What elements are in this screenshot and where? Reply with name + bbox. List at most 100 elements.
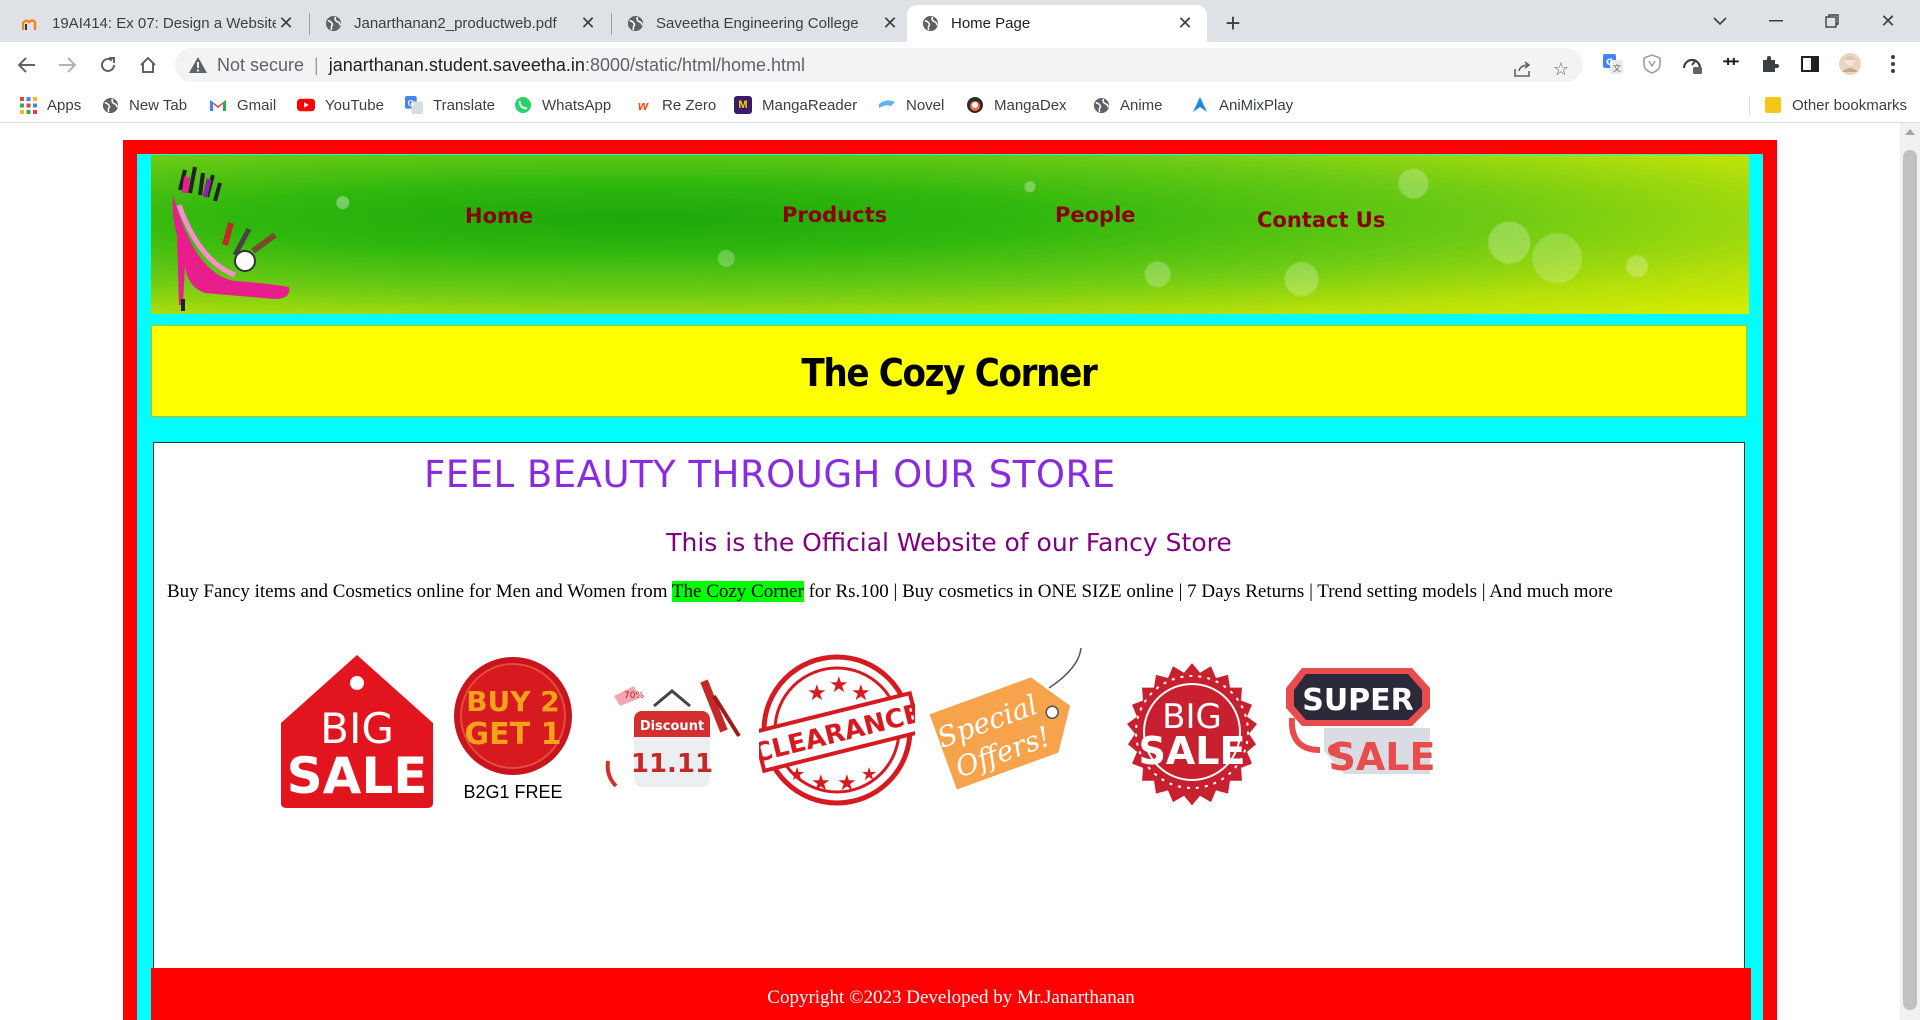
- share-icon[interactable]: [1509, 55, 1537, 83]
- store-name: The Cozy Corner: [801, 351, 1097, 395]
- page-viewport: Home Products People Contact Us The Cozy…: [0, 123, 1920, 1020]
- blurb-text: Buy Fancy items and Cosmetics online for…: [167, 581, 672, 602]
- bookmark-gmail[interactable]: Gmail: [209, 94, 276, 116]
- warning-icon[interactable]: [187, 54, 209, 76]
- bookmark-label: New Tab: [129, 96, 188, 114]
- bookmark-label: YouTube: [325, 96, 384, 114]
- cosmetics-shoe-logo: [172, 166, 290, 311]
- tab-title: 19AI414: Ex 07: Design a Website: [52, 15, 276, 32]
- translate-icon: G: [405, 96, 423, 114]
- globe-icon: [324, 15, 342, 33]
- nav-home[interactable]: Home: [465, 204, 533, 228]
- url-path: :8000/static/html/home.html: [584, 54, 806, 75]
- nav-people[interactable]: People: [1055, 203, 1136, 227]
- bookmark-youtube[interactable]: YouTube: [297, 94, 384, 116]
- eleven-eleven-text: 11.11: [631, 749, 713, 779]
- bookmark-novel[interactable]: Novel: [878, 94, 944, 116]
- store-title-box: The Cozy Corner: [151, 325, 1747, 417]
- tab-search-chevron-icon[interactable]: [1692, 0, 1748, 42]
- url-host: janarthanan.student.saveetha.in: [328, 54, 585, 75]
- scroll-up-icon[interactable]: [1905, 129, 1915, 135]
- bookmark-mangadex[interactable]: MangaDex: [966, 94, 1067, 116]
- close-window-icon[interactable]: ✕: [1860, 0, 1916, 42]
- bookmark-re-zero[interactable]: w Re Zero: [634, 94, 716, 116]
- tab-moodle[interactable]: 19AI414: Ex 07: Design a Website ✕: [8, 5, 308, 42]
- headline: FEEL BEAUTY THROUGH OUR STORE: [424, 453, 1116, 496]
- get1-text: GET 1: [465, 717, 562, 752]
- bookmark-label: Novel: [906, 96, 945, 114]
- bookmark-label: Re Zero: [662, 96, 717, 114]
- new-tab-button[interactable]: +: [1217, 7, 1249, 39]
- svg-text:★: ★: [861, 764, 877, 784]
- moodle-icon: [22, 15, 40, 33]
- sale-text: SALE: [1329, 735, 1434, 779]
- blurb-highlight: The Cozy Corner: [671, 581, 804, 602]
- big-sale-tag-badge: BIG SALE: [281, 655, 433, 808]
- bookmark-anime[interactable]: Anime: [1092, 94, 1163, 116]
- close-icon[interactable]: ✕: [880, 13, 900, 34]
- back-icon[interactable]: [11, 49, 43, 81]
- bookmark-mangareader[interactable]: M MangaReader: [734, 94, 857, 116]
- forward-icon[interactable]: [51, 49, 83, 81]
- close-icon[interactable]: ✕: [578, 13, 598, 34]
- bookmark-label: Gmail: [237, 96, 277, 114]
- side-panel-icon[interactable]: [1797, 51, 1823, 77]
- address-bar[interactable]: Not secure | janarthanan.student.saveeth…: [175, 48, 1583, 82]
- browser-toolbar: Not secure | janarthanan.student.saveeth…: [0, 42, 1920, 88]
- tab-pdf[interactable]: Janarthanan2_productweb.pdf ✕: [310, 5, 610, 42]
- bookmark-label: Anime: [1120, 96, 1163, 114]
- google-translate-icon[interactable]: G文: [1600, 51, 1626, 77]
- folder-icon: [1764, 96, 1782, 114]
- reload-icon[interactable]: [92, 49, 124, 81]
- address-divider: |: [314, 54, 319, 75]
- subheadline: This is the Official Website of our Fanc…: [666, 528, 1232, 557]
- close-icon[interactable]: ✕: [276, 13, 296, 34]
- super-text: SUPER: [1302, 683, 1414, 718]
- nav-contact-us[interactable]: Contact Us: [1257, 208, 1385, 232]
- nav-products[interactable]: Products: [782, 203, 887, 227]
- extensions-puzzle-icon[interactable]: [1757, 51, 1783, 77]
- big-sale-seal-badge: BIG SALE: [1127, 663, 1257, 806]
- bookmark-whatsapp[interactable]: WhatsApp: [514, 94, 611, 116]
- bookmark-star-icon[interactable]: ☆: [1547, 55, 1575, 83]
- svg-text:★: ★: [837, 770, 857, 795]
- bookmark-label: Translate: [433, 96, 495, 114]
- sale-text: SALE: [287, 747, 428, 805]
- bookmarks-bar: Apps New Tab Gmail YouTube G Translate W…: [0, 88, 1920, 123]
- animixplay-icon: [1191, 96, 1209, 114]
- clearance-stamp-badge: ★ ★ ★ ★ ★ ★ ★ CLEARANCE: [759, 654, 915, 806]
- header-banner: Home Products People Contact Us: [151, 155, 1749, 314]
- bookmark-new-tab[interactable]: New Tab: [101, 94, 187, 116]
- tab-home-page[interactable]: Home Page ✕: [907, 5, 1207, 42]
- profile-avatar[interactable]: [1837, 51, 1863, 77]
- bookmark-translate[interactable]: G Translate: [405, 94, 495, 116]
- sale-text: SALE: [1139, 729, 1246, 773]
- bookmark-label: MangaReader: [762, 96, 858, 114]
- restore-icon[interactable]: [1804, 0, 1860, 42]
- site-footer: Copyright ©2023 Developed by Mr.Janartha…: [151, 968, 1751, 1020]
- globe-icon: [1092, 96, 1110, 114]
- tab-saveetha[interactable]: Saveetha Engineering College ✕: [612, 5, 912, 42]
- vertical-scrollbar[interactable]: [1900, 123, 1920, 1020]
- not-secure-label: Not secure: [217, 54, 305, 75]
- home-icon[interactable]: [132, 49, 164, 81]
- copyright-text: Copyright ©2023 Developed by Mr.Janartha…: [767, 987, 1135, 1008]
- bookmark-animixplay[interactable]: AniMixPlay: [1191, 94, 1293, 116]
- svg-text:★: ★: [789, 764, 805, 784]
- bookmark-apps[interactable]: Apps: [19, 94, 81, 116]
- close-icon[interactable]: ✕: [1175, 13, 1195, 34]
- gmail-icon: [209, 96, 227, 114]
- b2g1-free-text: B2G1 FREE: [463, 782, 562, 802]
- menu-kebab-icon[interactable]: [1880, 51, 1906, 77]
- other-bookmarks[interactable]: Other bookmarks: [1764, 94, 1907, 116]
- seventy-percent-text: 70%: [624, 691, 644, 701]
- tab-title: Janarthanan2_productweb.pdf: [354, 15, 557, 32]
- shield-icon[interactable]: [1639, 51, 1665, 77]
- discount-11-11-badge: 70% Discount 11.11: [605, 679, 741, 788]
- super-sale-badge: SUPER SALE: [1286, 668, 1434, 779]
- speed-gauge-icon[interactable]: [1679, 51, 1705, 77]
- extension-kanji-icon[interactable]: 艹: [1718, 51, 1744, 77]
- scrollbar-thumb[interactable]: [1903, 150, 1917, 1010]
- minimize-icon[interactable]: [1748, 0, 1804, 42]
- bookmarks-divider: [1749, 96, 1750, 116]
